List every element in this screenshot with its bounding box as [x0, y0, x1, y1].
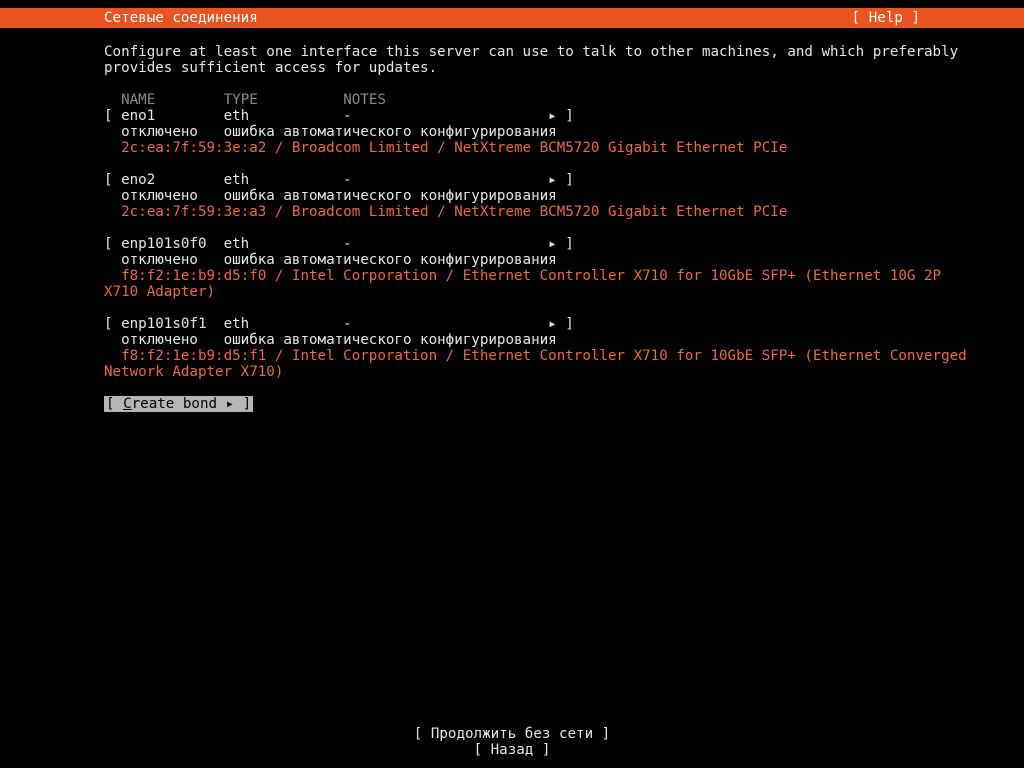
interface-row[interactable]: [ eno2 eth - ▸ ] отключено ошибка автома…: [104, 172, 920, 220]
interface-header[interactable]: [ enp101s0f1 eth - ▸ ]: [104, 316, 920, 332]
content-area: Configure at least one interface this se…: [0, 28, 920, 412]
interface-state: отключено ошибка автоматического конфигу…: [104, 252, 920, 268]
page-title: Сетевые соединения: [0, 8, 258, 28]
continue-button[interactable]: [ Продолжить без сети ]: [414, 726, 610, 742]
footer-buttons: [ Продолжить без сети ] [ Назад ]: [0, 726, 1024, 758]
interface-state: отключено ошибка автоматического конфигу…: [104, 188, 920, 204]
interface-row[interactable]: [ enp101s0f1 eth - ▸ ] отключено ошибка …: [104, 316, 920, 380]
help-button[interactable]: [ Help ]: [852, 8, 1024, 28]
interface-hardware: 2c:ea:7f:59:3e:a2 / Broadcom Limited / N…: [104, 140, 920, 156]
interface-hardware: 2c:ea:7f:59:3e:a3 / Broadcom Limited / N…: [104, 204, 920, 220]
interface-hardware: f8:f2:1e:b9:d5:f1 / Intel Corporation / …: [104, 348, 920, 380]
interface-hardware: f8:f2:1e:b9:d5:f0 / Intel Corporation / …: [104, 268, 920, 300]
interface-header[interactable]: [ eno2 eth - ▸ ]: [104, 172, 920, 188]
interface-header[interactable]: [ eno1 eth - ▸ ]: [104, 108, 920, 124]
interface-state: отключено ошибка автоматического конфигу…: [104, 332, 920, 348]
intro-text: Configure at least one interface this se…: [104, 44, 920, 76]
interface-row[interactable]: [ eno1 eth - ▸ ] отключено ошибка автома…: [104, 108, 920, 156]
back-button[interactable]: [ Назад ]: [474, 742, 551, 758]
interface-header[interactable]: [ enp101s0f0 eth - ▸ ]: [104, 236, 920, 252]
create-bond-button[interactable]: [ Create bond ▸ ]: [104, 396, 253, 412]
header-bar: Сетевые соединения [ Help ]: [0, 8, 1024, 28]
interface-state: отключено ошибка автоматического конфигу…: [104, 124, 920, 140]
interface-row[interactable]: [ enp101s0f0 eth - ▸ ] отключено ошибка …: [104, 236, 920, 300]
column-headers: NAME TYPE NOTES: [104, 92, 920, 108]
